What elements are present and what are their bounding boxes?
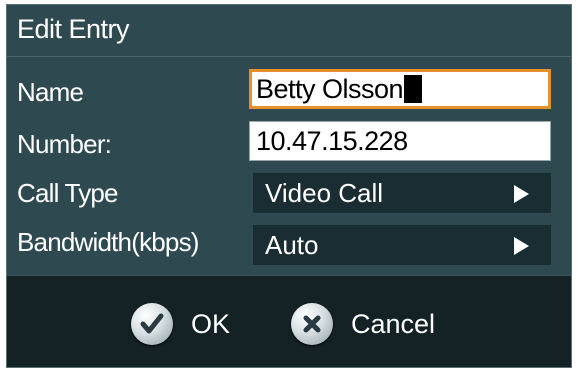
cancel-button-label: Cancel — [351, 308, 436, 339]
edit-entry-dialog: Edit Entry Name Betty Olsson Number: 10.… — [6, 4, 572, 368]
triangle-right-icon — [514, 185, 529, 203]
cancel-button[interactable]: Cancel — [291, 300, 435, 348]
text-cursor — [404, 75, 423, 103]
name-input-value: Betty Olsson — [256, 74, 404, 104]
call-type-selector[interactable]: Video Call — [253, 173, 551, 213]
call-type-value: Video Call — [265, 178, 384, 208]
triangle-right-icon — [514, 237, 529, 255]
dialog-titlebar: Edit Entry — [7, 5, 571, 57]
dialog-footer: OK Cancel — [7, 275, 571, 367]
ok-button[interactable]: OK — [131, 300, 230, 348]
dialog-title: Edit Entry — [17, 14, 130, 44]
ok-button-label: OK — [191, 308, 231, 339]
number-input-value: 10.47.15.228 — [256, 126, 408, 156]
checkmark-icon — [131, 303, 173, 345]
bandwidth-label: Bandwidth(kbps) — [17, 227, 199, 257]
x-icon — [291, 303, 333, 345]
bandwidth-selector[interactable]: Auto — [253, 225, 551, 265]
bandwidth-value: Auto — [265, 230, 319, 260]
name-input[interactable]: Betty Olsson — [249, 69, 551, 109]
call-type-label: Call Type — [17, 178, 119, 208]
number-input[interactable]: 10.47.15.228 — [249, 121, 551, 161]
name-label: Name — [17, 77, 84, 107]
number-label: Number: — [17, 129, 112, 159]
